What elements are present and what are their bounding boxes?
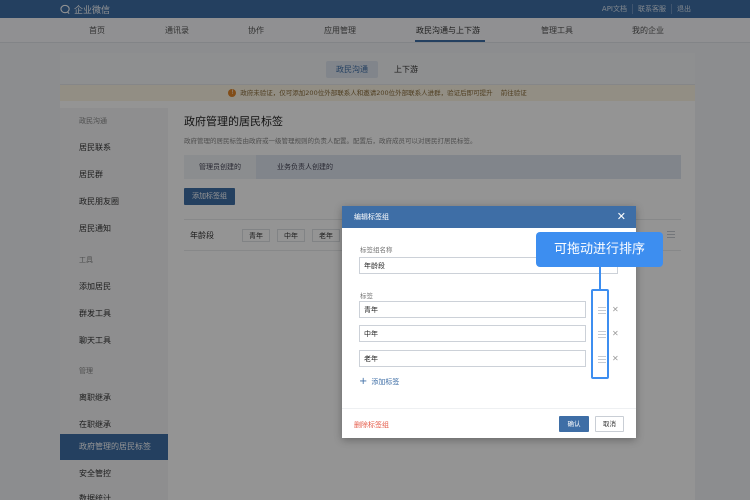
- callout-connector: [599, 267, 601, 290]
- tags-label: 标签: [360, 292, 373, 300]
- tag-input[interactable]: [359, 301, 586, 318]
- drag-sort-callout: 可拖动进行排序: [536, 232, 663, 267]
- delete-tag-group-button[interactable]: 删除标签组: [354, 420, 389, 430]
- group-name-label: 标签组名称: [360, 246, 393, 254]
- drag-handles-highlight: [591, 289, 609, 379]
- delete-tag-icon[interactable]: ✕: [612, 329, 619, 339]
- dialog-footer: 删除标签组 确认 取消: [342, 408, 636, 438]
- add-tag-label: 添加标签: [371, 378, 400, 386]
- tag-input[interactable]: [359, 350, 586, 367]
- delete-tag-icon[interactable]: ✕: [612, 305, 619, 315]
- delete-tag-icon[interactable]: ✕: [612, 354, 619, 364]
- confirm-button[interactable]: 确认: [559, 416, 589, 432]
- add-tag-button[interactable]: + 添加标签: [359, 377, 399, 387]
- plus-icon: +: [359, 376, 368, 387]
- cancel-button[interactable]: 取消: [595, 416, 624, 432]
- close-icon[interactable]: ✕: [617, 210, 626, 223]
- dialog-title: 编辑标签组: [354, 213, 389, 221]
- tag-input[interactable]: [359, 325, 586, 342]
- dialog-header: 编辑标签组 ✕: [342, 206, 636, 228]
